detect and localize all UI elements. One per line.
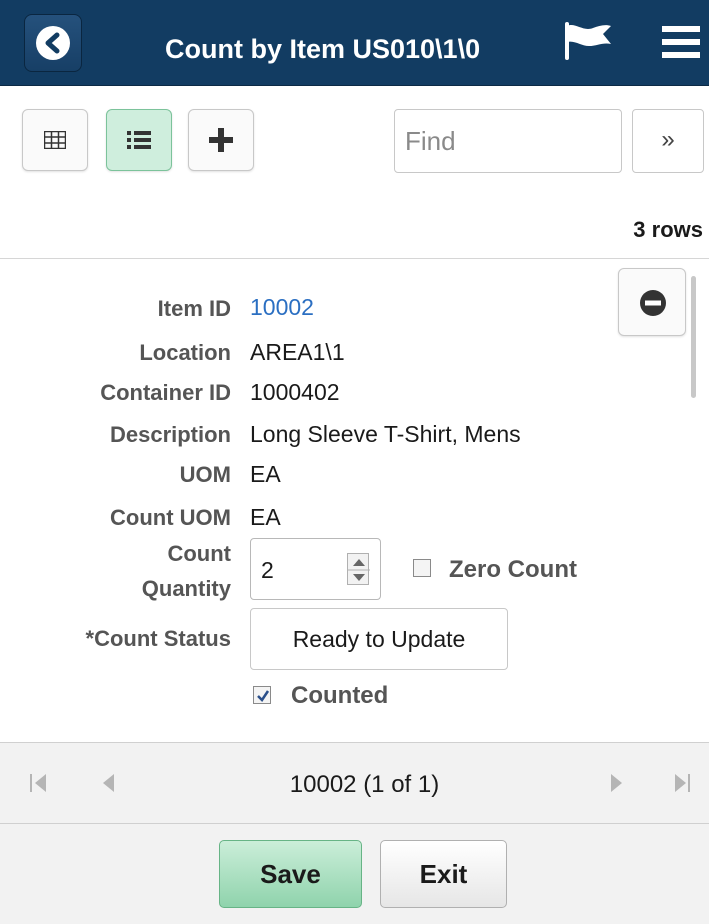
app-header: Count by Item US010\1\0	[0, 0, 709, 86]
grid-view-button[interactable]	[22, 109, 88, 171]
grid-view-icon	[44, 131, 66, 149]
counted-checkbox[interactable]	[253, 686, 271, 704]
container-id-value: 1000402	[250, 379, 340, 405]
exit-button[interactable]: Exit	[380, 840, 507, 908]
uom-value: EA	[250, 461, 281, 487]
chevron-left-icon	[45, 32, 60, 54]
plus-icon	[209, 128, 233, 152]
spinner-arrows-icon	[348, 559, 370, 581]
description-value: Long Sleeve T-Shirt, Mens	[250, 421, 521, 447]
save-button[interactable]: Save	[219, 840, 362, 908]
count-status-button[interactable]: Ready to Update	[250, 608, 508, 670]
location-label: Location	[139, 340, 231, 365]
item-id-label: Item ID	[157, 296, 231, 321]
next-page-icon[interactable]	[607, 771, 625, 795]
zero-count-label: Zero Count	[449, 556, 577, 583]
item-id-link[interactable]: 10002	[250, 294, 314, 321]
footer-bar: Save Exit	[0, 824, 709, 924]
count-quantity-label-line1: Count	[167, 541, 231, 566]
hamburger-menu-icon[interactable]	[662, 26, 702, 60]
page-title: Count by Item US010\1\0	[165, 34, 481, 64]
count-quantity-stepper[interactable]: 2	[250, 538, 381, 600]
count-quantity-label-line2: Quantity	[141, 576, 231, 601]
more-button[interactable]: »	[632, 109, 704, 173]
minus-circle-icon	[640, 290, 666, 316]
add-row-button[interactable]	[188, 109, 254, 171]
count-uom-value: EA	[250, 504, 281, 530]
list-view-icon	[127, 131, 151, 149]
back-button[interactable]	[24, 14, 82, 72]
zero-count-checkbox[interactable]	[413, 559, 431, 577]
checkmark-icon	[257, 690, 270, 702]
remove-row-button[interactable]	[618, 268, 686, 336]
quantity-spinner[interactable]	[347, 553, 370, 585]
count-status-label: *Count Status	[85, 626, 231, 651]
last-page-icon[interactable]	[671, 771, 693, 795]
container-id-label: Container ID	[100, 380, 231, 405]
divider	[0, 258, 709, 259]
location-value: AREA1\1	[250, 339, 345, 365]
row-count: 3 rows	[633, 217, 703, 242]
flag-icon[interactable]	[561, 20, 613, 60]
counted-label: Counted	[291, 682, 389, 709]
description-label: Description	[109, 422, 231, 447]
scrollbar[interactable]	[691, 276, 696, 398]
find-input[interactable]	[394, 109, 622, 173]
count-quantity-value: 2	[261, 557, 274, 583]
count-uom-label: Count UOM	[110, 505, 231, 530]
pager-position: 10002 (1 of 1)	[289, 771, 440, 798]
pager-bar: 10002 (1 of 1)	[0, 742, 709, 824]
uom-label: UOM	[179, 462, 231, 487]
list-view-button[interactable]	[106, 109, 172, 171]
